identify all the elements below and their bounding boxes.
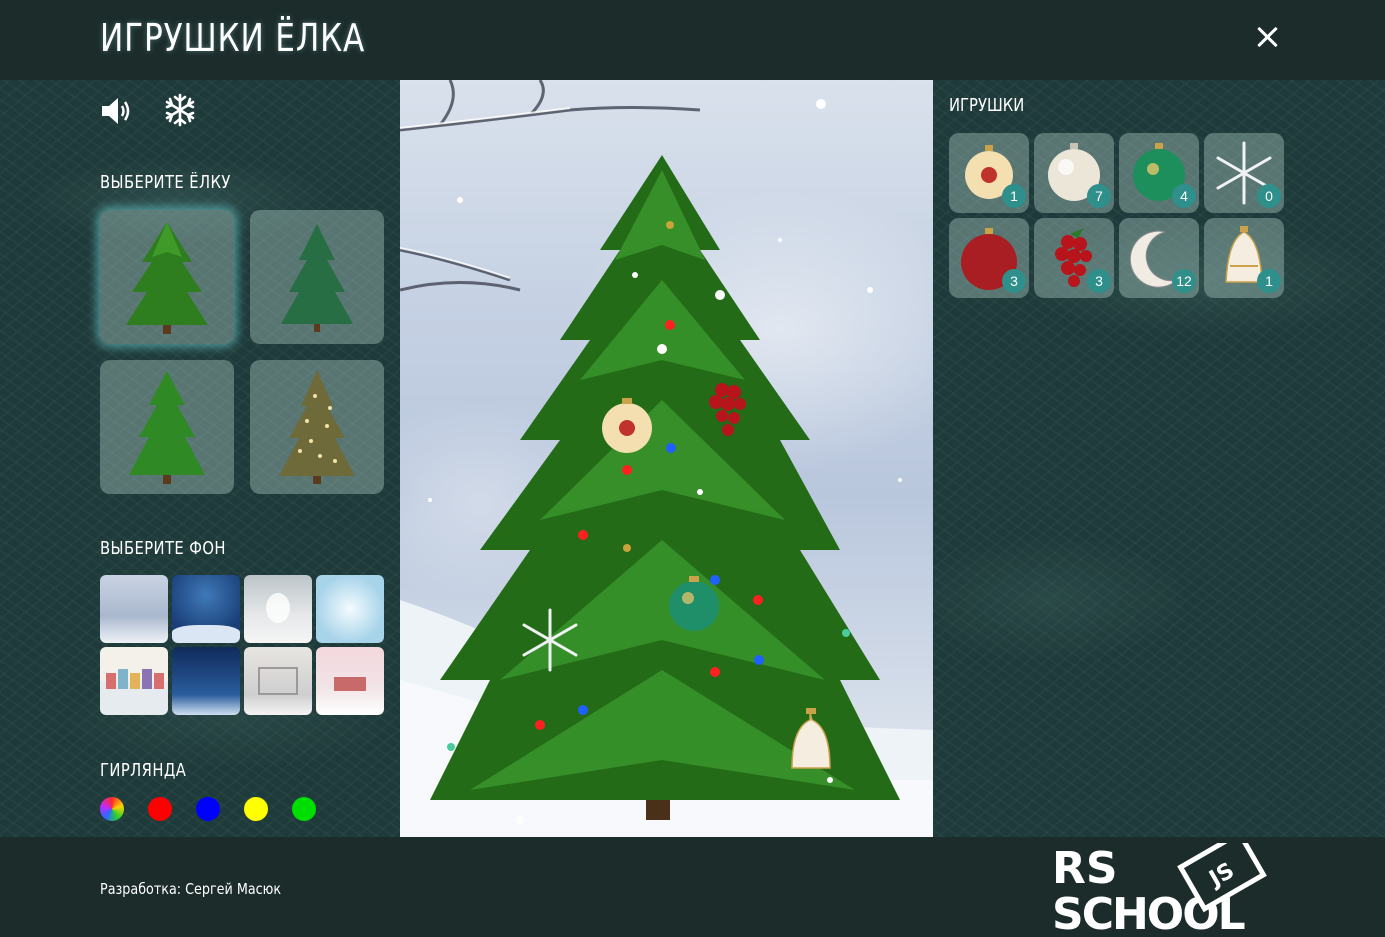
toy-card-crescent[interactable]: 12: [1119, 218, 1199, 298]
toy-count-snowflake: 0: [1257, 184, 1281, 208]
toy-count-white-ball: 7: [1087, 184, 1111, 208]
tree-3-image: [129, 371, 205, 484]
background-option-3[interactable]: [244, 575, 312, 643]
background-section-title: ВЫБЕРИТЕ ФОН: [100, 538, 226, 559]
tree-scene[interactable]: [400, 80, 933, 837]
toy-card-gold-ball[interactable]: 1: [949, 133, 1029, 213]
garland-section-title: ГИРЛЯНДА: [100, 760, 187, 781]
background-option-8[interactable]: [316, 647, 384, 715]
snowflake-icon[interactable]: [163, 92, 197, 128]
toy-card-grapes[interactable]: 3: [1034, 218, 1114, 298]
tree-1-image: [126, 222, 208, 334]
background-option-6[interactable]: [172, 647, 240, 715]
toy-card-snowflake[interactable]: 0: [1204, 133, 1284, 213]
tree-option-1[interactable]: [100, 210, 234, 344]
garland-red-button[interactable]: [148, 797, 172, 821]
background-option-1[interactable]: [100, 575, 168, 643]
garland-yellow-button[interactable]: [244, 797, 268, 821]
toy-count-bell: 1: [1257, 269, 1281, 293]
tree-scene-image: [400, 80, 933, 837]
tree-option-4[interactable]: [250, 360, 384, 494]
toys-section-title: ИГРУШКИ: [949, 95, 1025, 116]
rs-school-logo[interactable]: RS SCHOOL JS: [1052, 843, 1288, 933]
background-option-7[interactable]: [244, 647, 312, 715]
background-option-2[interactable]: [172, 575, 240, 643]
page-title: ИГРУШКИ ЁЛКА: [100, 16, 366, 60]
toy-card-red-ball[interactable]: 3: [949, 218, 1029, 298]
tree-4-image: [279, 370, 355, 484]
tree-option-2[interactable]: [250, 210, 384, 344]
background-option-4[interactable]: [316, 575, 384, 643]
developer-credit: Разработка: Сергей Масюк: [100, 880, 282, 898]
toy-count-grapes: 3: [1087, 269, 1111, 293]
toy-card-bell[interactable]: 1: [1204, 218, 1284, 298]
toy-count-red-ball: 3: [1002, 269, 1026, 293]
tree-option-3[interactable]: [100, 360, 234, 494]
tree-section-title: ВЫБЕРИТЕ ЁЛКУ: [100, 172, 231, 193]
garland-green-button[interactable]: [292, 797, 316, 821]
garland-multicolor-button[interactable]: [100, 797, 124, 821]
garland-blue-button[interactable]: [196, 797, 220, 821]
toy-count-gold-ball: 1: [1002, 184, 1026, 208]
toy-card-white-ball[interactable]: 7: [1034, 133, 1114, 213]
close-icon[interactable]: [1252, 22, 1282, 52]
toy-card-green-ball[interactable]: 4: [1119, 133, 1199, 213]
tree-2-image: [281, 223, 353, 332]
logo-text-top: RS: [1052, 843, 1118, 894]
background-option-5[interactable]: [100, 647, 168, 715]
header: ИГРУШКИ ЁЛКА: [0, 0, 1385, 80]
toy-count-green-ball: 4: [1172, 184, 1196, 208]
speaker-icon[interactable]: [100, 96, 134, 126]
toy-count-crescent: 12: [1172, 269, 1196, 293]
